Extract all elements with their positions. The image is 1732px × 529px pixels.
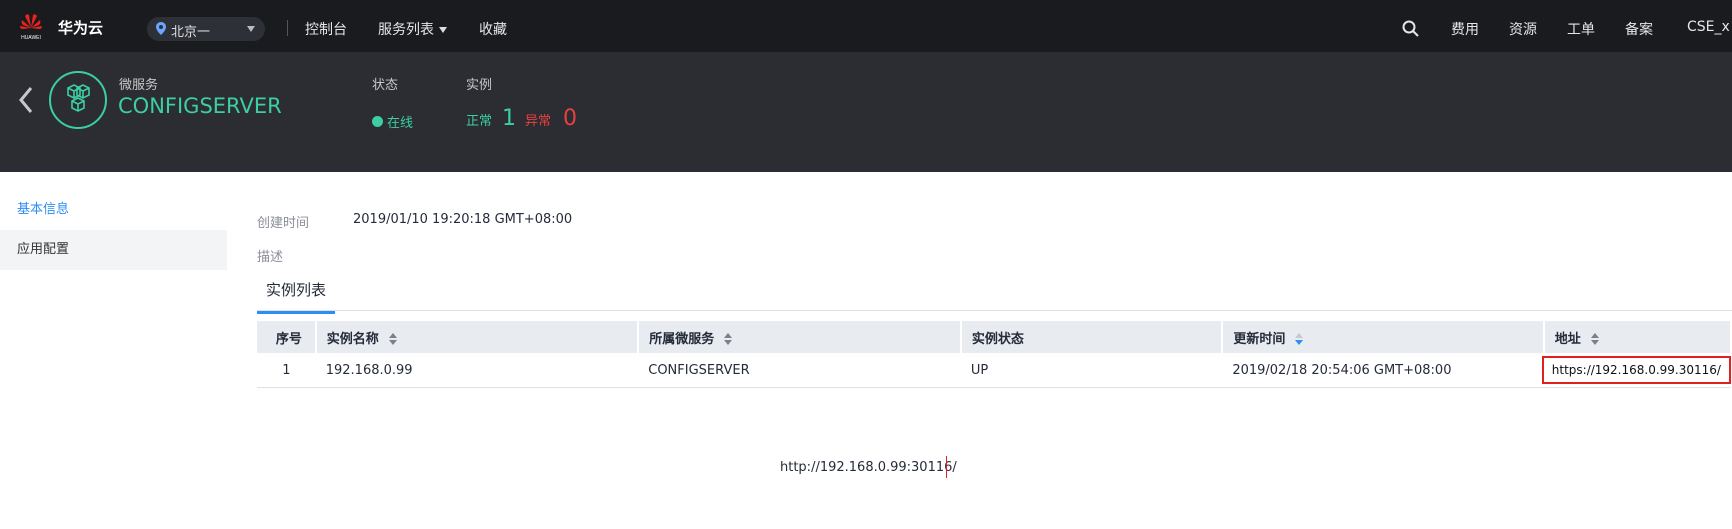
tab-instance-list[interactable]: 实例列表 <box>257 276 336 314</box>
logo-text: HUAWEI <box>21 35 41 41</box>
status-label: 状态 <box>372 78 399 93</box>
search-icon[interactable] <box>1402 20 1419 37</box>
service-name: CONFIGSERVER <box>118 94 282 118</box>
created-time-label: 创建时间 <box>257 216 310 231</box>
brand-name[interactable]: 华为云 <box>58 17 103 38</box>
chevron-down-icon <box>439 27 447 33</box>
sort-icon[interactable] <box>1590 333 1599 345</box>
cell-instance-status: UP <box>960 353 1223 388</box>
cell-microservice: CONFIGSERVER <box>638 353 961 388</box>
column-header-index: 序号 <box>257 321 317 353</box>
nav-resources[interactable]: 资源 <box>1509 19 1537 39</box>
table-row: 1 192.168.0.99 CONFIGSERVER UP 2019/02/1… <box>257 353 1731 388</box>
created-time-value: 2019/01/10 19:20:18 GMT+08:00 <box>353 212 573 227</box>
online-status-dot-icon <box>372 116 383 127</box>
microservice-icon <box>49 71 107 129</box>
region-selector[interactable]: 北京一 <box>147 17 265 41</box>
abnormal-instances-count: 0 <box>563 106 577 131</box>
service-type-label: 微服务 <box>119 78 159 93</box>
cell-index: 1 <box>257 353 316 388</box>
abnormal-instances-label: 异常 <box>525 114 552 129</box>
column-header-label: 序号 <box>275 331 302 347</box>
column-header-label: 实例状态 <box>971 331 1024 347</box>
nav-billing[interactable]: 费用 <box>1451 19 1479 39</box>
sidebar-item-app-config[interactable]: 应用配置 <box>0 230 227 270</box>
nav-service-list-label: 服务列表 <box>378 22 434 38</box>
text-cursor <box>946 456 947 478</box>
nav-icp-filing[interactable]: 备案 <box>1625 19 1653 39</box>
column-header-label: 地址 <box>1554 331 1581 347</box>
tab-bar: 实例列表 <box>257 276 1732 314</box>
instances-label: 实例 <box>466 78 493 93</box>
normal-instances-label: 正常 <box>466 114 493 129</box>
sort-icon[interactable] <box>724 333 733 345</box>
cell-instance-name: 192.168.0.99 <box>315 353 639 388</box>
column-header-label: 实例名称 <box>326 331 379 347</box>
status-value: 在线 <box>387 116 414 131</box>
table-header-row: 序号 实例名称 所属微服务 实例状态 更新时间 地址 <box>257 321 1732 353</box>
column-header-instance-name[interactable]: 实例名称 <box>315 321 640 353</box>
annotation-url-text: http://192.168.0.99:30116/ <box>780 460 957 475</box>
address-highlight-box[interactable]: https://192.168.0.99.30116/ <box>1541 356 1731 384</box>
huawei-logo[interactable]: HUAWEI <box>16 10 46 42</box>
nav-user-account[interactable]: CSE_x <box>1687 19 1730 35</box>
sort-icon[interactable] <box>388 333 397 345</box>
service-header: 微服务 CONFIGSERVER 状态 在线 实例 正常 1 异常 0 <box>0 52 1732 172</box>
column-header-microservice[interactable]: 所属微服务 <box>638 321 962 353</box>
column-header-label: 更新时间 <box>1233 331 1286 347</box>
sidebar: 基本信息 应用配置 <box>0 172 227 529</box>
divider <box>287 20 288 36</box>
sort-desc-icon[interactable] <box>1295 333 1304 345</box>
nav-service-list[interactable]: 服务列表 <box>378 19 447 39</box>
location-pin-icon <box>156 22 166 35</box>
cell-update-time: 2019/02/18 20:54:06 GMT+08:00 <box>1222 353 1544 388</box>
column-header-instance-status: 实例状态 <box>960 321 1224 353</box>
column-header-update-time[interactable]: 更新时间 <box>1222 321 1545 353</box>
nav-console[interactable]: 控制台 <box>305 19 347 39</box>
top-navbar: HUAWEI 华为云 北京一 控制台 服务列表 收藏 费用 资源 工单 备案 C… <box>0 0 1732 52</box>
chevron-down-icon <box>247 26 255 32</box>
back-arrow-icon[interactable] <box>18 86 34 114</box>
column-header-address[interactable]: 地址 <box>1543 321 1732 353</box>
column-header-label: 所属微服务 <box>649 331 715 347</box>
description-label: 描述 <box>257 250 284 265</box>
nav-favorites[interactable]: 收藏 <box>479 19 507 39</box>
nav-tickets[interactable]: 工单 <box>1567 19 1595 39</box>
sidebar-item-basic-info[interactable]: 基本信息 <box>0 190 227 230</box>
instances-table: 序号 实例名称 所属微服务 实例状态 更新时间 地址 1 192.168.0.9… <box>257 321 1732 388</box>
normal-instances-count: 1 <box>502 106 516 131</box>
cell-address: https://192.168.0.99.30116/ <box>1541 353 1731 388</box>
region-label: 北京一 <box>171 25 211 40</box>
